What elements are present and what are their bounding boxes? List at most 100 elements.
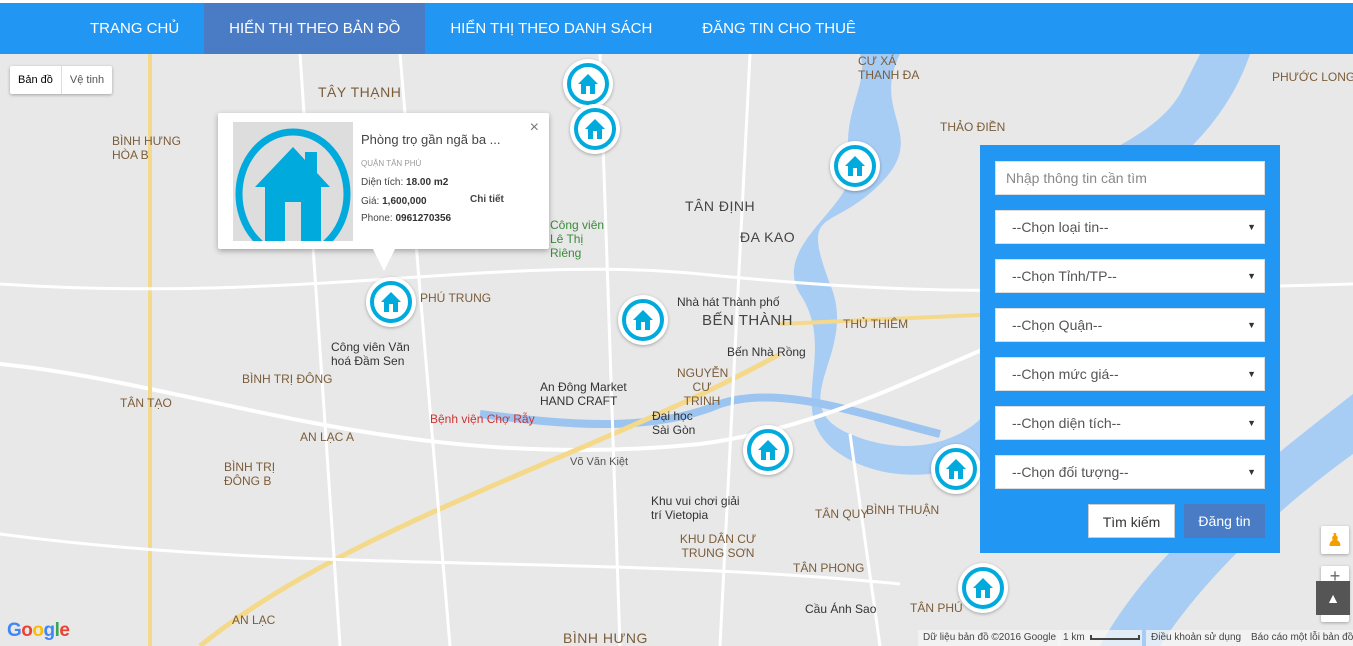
area-label: Diện tích: (361, 177, 404, 188)
district-select[interactable]: --Chọn Quận-- ▼ (995, 308, 1265, 342)
map-label: THỦ THIÊM (843, 317, 909, 331)
street-view-pegman-icon[interactable]: ♟ (1321, 526, 1349, 554)
map-label: Khu vui chơi giải trí Vietopia (651, 494, 740, 522)
select-value: --Chọn diện tích-- (1012, 415, 1121, 431)
map-label: TÂN TẠO (120, 396, 172, 410)
scale-label: 1 km (1063, 632, 1085, 643)
nav-home[interactable]: TRANG CHỦ (65, 3, 204, 54)
target-select[interactable]: --Chọn đối tượng-- ▼ (995, 455, 1265, 489)
house-marker[interactable] (743, 425, 793, 475)
map-label: Nhà hát Thành phố (677, 295, 780, 309)
house-marker[interactable] (618, 295, 668, 345)
terms-link[interactable]: Điều khoản sử dụng (1146, 630, 1247, 646)
select-value: --Chọn loại tin-- (1012, 219, 1109, 235)
price-value: 1,600,000 (382, 196, 427, 207)
house-marker[interactable] (931, 444, 981, 494)
map-label: BẾN THÀNH (702, 312, 793, 329)
listing-type-select[interactable]: --Chọn loại tin-- ▼ (995, 210, 1265, 244)
search-input[interactable] (995, 161, 1265, 195)
caret-down-icon: ▼ (1247, 222, 1256, 232)
house-marker[interactable] (563, 59, 613, 109)
map-label: BÌNH TRỊ ĐÔNG (242, 372, 333, 386)
map-label: KHU DÂN CƯ TRUNG SƠN (679, 532, 757, 560)
nav-map-view[interactable]: HIỂN THỊ THEO BẢN ĐỒ (204, 3, 426, 54)
map-label: PHÚ TRUNG (420, 291, 492, 305)
report-error-link[interactable]: Báo cáo một lỗi bản đồ (1246, 630, 1353, 646)
map-label: BÌNH HƯNG HÒA B (112, 134, 181, 162)
map-label: An Đông Market HAND CRAFT (540, 380, 627, 408)
select-value: --Chọn mức giá-- (1012, 366, 1119, 382)
house-marker[interactable] (830, 141, 880, 191)
map-label: BÌNH TRỊ ĐÔNG B (224, 460, 276, 488)
house-icon (758, 440, 778, 460)
phone-label: Phone: (361, 213, 393, 224)
map-label: TÂN ĐỊNH (685, 198, 756, 214)
caret-down-icon: ▼ (1247, 271, 1256, 281)
map-label: Đại học Sài Gòn (652, 409, 696, 437)
select-value: --Chọn Quận-- (1012, 317, 1103, 333)
caret-down-icon: ▼ (1247, 320, 1256, 330)
province-select[interactable]: --Chọn Tỉnh/TP-- ▼ (995, 259, 1265, 293)
listing-district: QUẬN TÂN PHÚ (361, 159, 422, 168)
map-label: BÌNH THUẬN (866, 503, 940, 517)
map-label: Cầu Ánh Sao (805, 602, 877, 616)
map-data-attribution: Dữ liệu bản đồ ©2016 Google (918, 630, 1062, 646)
map-label: NGUYỄN CƯ TRINH (677, 366, 729, 408)
map-type-control: Bản đồ Vệ tinh (10, 66, 113, 94)
post-button[interactable]: Đăng tin (1184, 504, 1265, 538)
map-label: AN LẠC (232, 613, 276, 627)
caret-down-icon: ▼ (1247, 467, 1256, 477)
listing-title: Phòng trọ gần ngã ba ... (361, 132, 501, 147)
caret-down-icon: ▼ (1247, 418, 1256, 428)
area-select[interactable]: --Chọn diện tích-- ▼ (995, 406, 1265, 440)
house-icon (973, 578, 993, 598)
price-label: Giá: (361, 196, 380, 207)
map-label: AN LẠC A (300, 430, 355, 444)
house-icon (845, 156, 865, 176)
house-icon (946, 459, 966, 479)
listing-area: Diện tích: 18.00 m2 (361, 177, 448, 188)
nav-post-rental[interactable]: ĐĂNG TIN CHO THUÊ (677, 3, 881, 54)
map-label: ĐA KAO (740, 229, 796, 245)
detail-link[interactable]: Chi tiết (470, 194, 504, 205)
google-logo: Google (7, 620, 70, 641)
house-icon (235, 128, 351, 241)
scroll-to-top-button[interactable]: ▲ (1316, 581, 1350, 615)
listing-phone: Phone: 0961270356 (361, 213, 451, 224)
search-panel: --Chọn loại tin-- ▼ --Chọn Tỉnh/TP-- ▼ --C… (980, 145, 1280, 553)
house-icon (578, 74, 598, 94)
house-marker[interactable] (958, 563, 1008, 613)
map-label: Công viên Lê Thị Riêng (550, 218, 605, 260)
info-window: Phòng trọ gần ngã ba ... QUẬN TÂN PHÚ Di… (218, 113, 549, 271)
phone-value: 0961270356 (395, 213, 452, 224)
map-label: Bến Nhà Rồng (727, 345, 806, 359)
search-button[interactable]: Tìm kiếm (1088, 504, 1175, 538)
top-nav: TRANG CHỦ HIỂN THỊ THEO BẢN ĐỒ HIỂN THỊ … (0, 3, 1353, 54)
select-value: --Chọn Tỉnh/TP-- (1012, 268, 1117, 284)
close-icon[interactable]: × (530, 119, 539, 137)
house-icon (633, 310, 653, 330)
map-label: CƯ XÁ THANH ĐA (858, 54, 920, 82)
nav-list-view[interactable]: HIỂN THỊ THEO DANH SÁCH (425, 3, 677, 54)
caret-down-icon: ▼ (1247, 369, 1256, 379)
house-marker[interactable] (366, 277, 416, 327)
scale-line (1089, 635, 1140, 640)
house-marker[interactable] (570, 104, 620, 154)
select-value: --Chọn đối tượng-- (1012, 464, 1129, 480)
map-label: Công viên Văn hoá Đầm Sen (331, 340, 410, 368)
listing-thumbnail (233, 122, 353, 241)
map-type-satellite[interactable]: Vệ tinh (62, 66, 112, 94)
map-label: THẢO ĐIỀN (940, 120, 1006, 134)
map-label: PHƯỚC LONG B (1272, 70, 1353, 84)
house-icon (381, 292, 401, 312)
house-icon (585, 119, 605, 139)
map-label: Bệnh viện Chợ Rẫy (430, 412, 535, 426)
listing-price: Giá: 1,600,000 (361, 196, 427, 207)
map-label: Võ Văn Kiệt (570, 456, 629, 468)
map-type-map[interactable]: Bản đồ (10, 66, 62, 94)
map-label: TÂN PHÚ (910, 601, 963, 615)
scale-bar[interactable]: 1 km (1058, 630, 1142, 646)
price-select[interactable]: --Chọn mức giá-- ▼ (995, 357, 1265, 391)
map-label: TÂN QUY (815, 507, 869, 521)
map[interactable]: TÂY THẠNH BÌNH HƯNG HÒA B TÂN ĐỊNH ĐA KA… (0, 54, 1353, 646)
